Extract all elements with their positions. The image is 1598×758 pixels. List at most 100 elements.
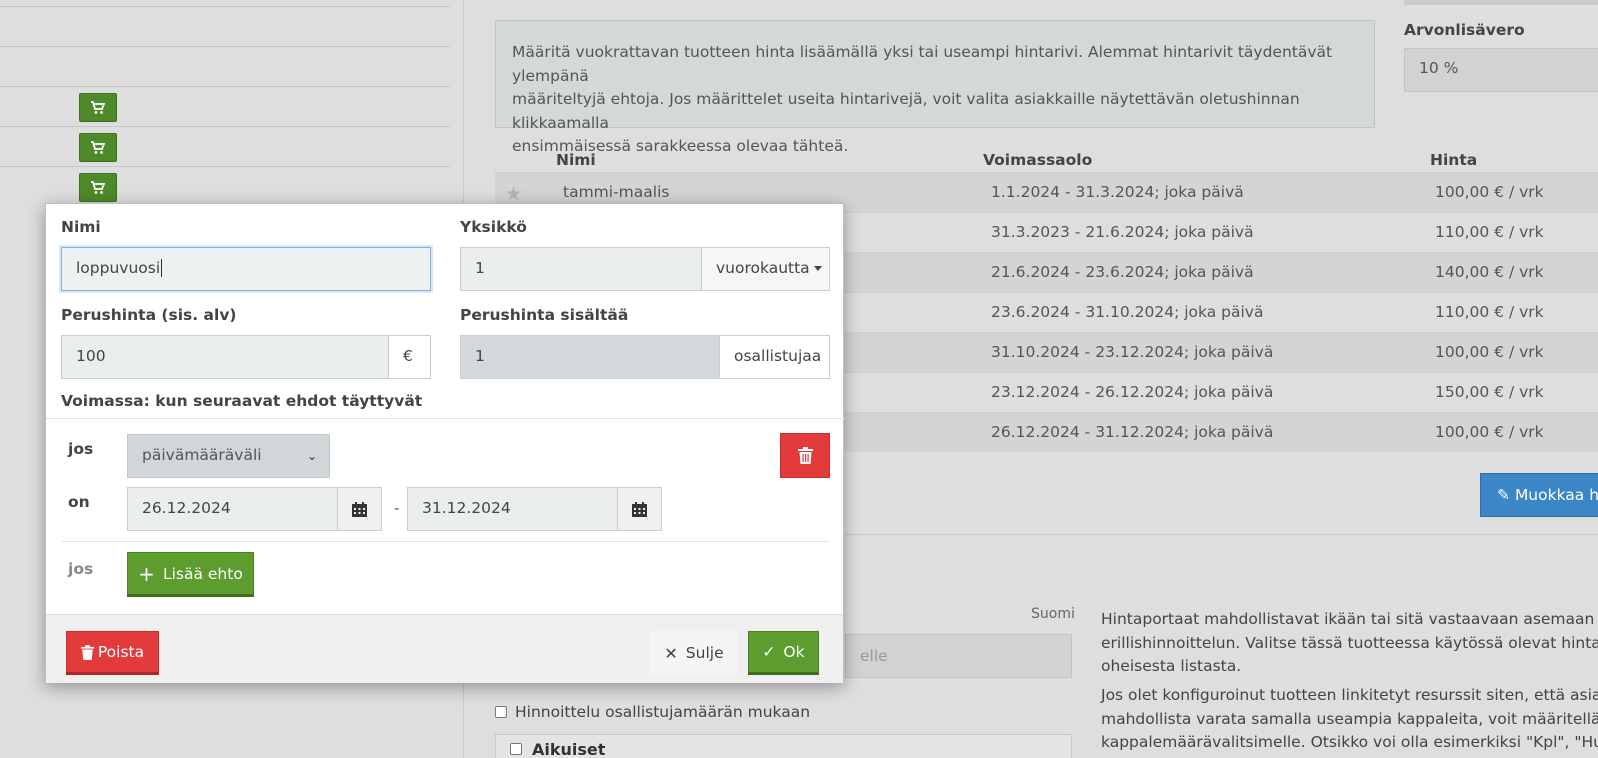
- list-divider: [0, 126, 450, 127]
- para-line: Jos olet konfiguroinut tuotteen linkitet…: [1101, 686, 1598, 704]
- edit-prices-button[interactable]: ✎ Muokkaa h: [1480, 473, 1598, 517]
- row-validity: 21.6.2024 - 23.6.2024; joka päivä: [991, 263, 1254, 281]
- close-icon: ✕: [664, 643, 678, 663]
- para-line: kappalemäärävalitsimelle. Otsikko voi ol…: [1101, 733, 1598, 751]
- row-price: 100,00 € / vrk: [1435, 343, 1544, 361]
- condition-type-value: päivämääräväli: [142, 446, 262, 464]
- price-row-dialog: Nimi loppuvuosi Yksikkö 1 vuorokautta Pe…: [45, 203, 845, 683]
- includes-label: Perushinta sisältää: [460, 306, 629, 324]
- list-divider: [0, 86, 450, 87]
- pencil-icon: ✎: [1497, 486, 1510, 504]
- currency-addon: €: [388, 335, 431, 379]
- info-line: ensimmäisessä sarakkeessa olevaa tähteä.: [512, 137, 849, 155]
- row-name: tammi-maalis: [563, 183, 670, 201]
- condition-divider: [62, 541, 829, 542]
- row-validity: 1.1.2024 - 31.3.2024; joka päivä: [991, 183, 1244, 201]
- price-info-box: Määritä vuokrattavan tuotteen hinta lisä…: [495, 20, 1375, 155]
- vat-select[interactable]: 10 %: [1404, 48, 1598, 92]
- text-cursor: [161, 259, 163, 277]
- conditions-title: Voimassa: kun seuraavat ehdot täyttyvät: [61, 392, 423, 410]
- base-price-input[interactable]: 100: [61, 335, 389, 379]
- start-date-input[interactable]: 26.12.2024: [127, 487, 338, 531]
- cart-icon: [91, 100, 106, 114]
- list-divider: [0, 46, 450, 47]
- caret-down-icon: [813, 266, 822, 271]
- info-line: Määritä vuokrattavan tuotteen hinta lisä…: [512, 43, 1333, 85]
- delete-row-button[interactable]: Poista: [66, 631, 159, 675]
- trash-icon: [797, 447, 813, 464]
- unit-quantity-input[interactable]: 1: [460, 247, 702, 291]
- top-input-edge: [1404, 0, 1598, 5]
- row-price: 110,00 € / vrk: [1435, 223, 1544, 241]
- cart-button[interactable]: [79, 93, 117, 122]
- language-label: Suomi: [1031, 606, 1075, 622]
- cart-icon: [91, 140, 106, 154]
- row-validity: 23.12.2024 - 26.12.2024; joka päivä: [991, 383, 1274, 401]
- row-validity: 31.10.2024 - 23.12.2024; joka päivä: [991, 343, 1274, 361]
- list-divider: [0, 166, 450, 167]
- resource-info-paragraph: Jos olet konfiguroinut tuotteen linkitet…: [1101, 684, 1598, 755]
- add-condition-label: Lisää ehto: [162, 564, 243, 583]
- conditions-divider: [46, 418, 845, 419]
- left-product-list: [0, 0, 450, 210]
- adults-tier-box[interactable]: Aikuiset: [495, 734, 1072, 758]
- section-divider: [845, 534, 1598, 535]
- unit-dropdown-label: vuorokautta: [716, 259, 810, 277]
- info-line: määriteltyjä ehtoja. Jos määrittelet use…: [512, 90, 1300, 132]
- condition-if-label: jos: [68, 440, 94, 458]
- col-header-validity: Voimassaolo: [983, 151, 1093, 169]
- cart-button[interactable]: [79, 173, 117, 202]
- check-icon: ✓: [762, 643, 776, 661]
- row-validity: 31.3.2023 - 21.6.2024; joka päivä: [991, 223, 1254, 241]
- includes-input[interactable]: 1: [460, 335, 720, 379]
- add-condition-if-label: jos: [68, 560, 94, 578]
- plus-icon: +: [138, 561, 155, 586]
- name-label: Nimi: [61, 218, 101, 236]
- para-line: oheisesta listasta.: [1101, 657, 1242, 675]
- participants-addon: osallistujaa: [719, 335, 830, 379]
- calendar-icon: [352, 501, 367, 517]
- chevron-down-icon: ⌄: [306, 449, 317, 463]
- end-date-calendar-button[interactable]: [617, 487, 662, 531]
- edit-prices-label: Muokkaa h: [1514, 486, 1598, 504]
- vat-label: Arvonlisävero: [1404, 21, 1525, 39]
- row-price: 150,00 € / vrk: [1435, 383, 1544, 401]
- name-input-value: loppuvuosi: [76, 259, 161, 277]
- tier-name-input[interactable]: elle: [845, 634, 1072, 678]
- adults-checkbox[interactable]: [510, 743, 522, 755]
- add-condition-button[interactable]: + Lisää ehto: [127, 552, 254, 597]
- unit-label: Yksikkö: [460, 218, 527, 236]
- ok-label: Ok: [783, 643, 805, 661]
- participant-pricing-option[interactable]: Hinnoittelu osallistujamäärän mukaan: [495, 703, 810, 721]
- row-validity: 26.12.2024 - 31.12.2024; joka päivä: [991, 423, 1274, 441]
- end-date-input[interactable]: 31.12.2024: [407, 487, 618, 531]
- delete-row-label: Poista: [97, 643, 145, 661]
- condition-on-label: on: [68, 493, 90, 511]
- condition-type-select[interactable]: päivämääräväli ⌄: [127, 434, 330, 478]
- participant-pricing-checkbox[interactable]: [495, 706, 507, 718]
- col-header-price: Hinta: [1430, 151, 1478, 169]
- calendar-icon: [632, 501, 647, 517]
- ok-button[interactable]: ✓ Ok: [748, 631, 819, 675]
- cart-icon: [91, 180, 106, 194]
- date-range-separator: -: [394, 499, 400, 517]
- unit-dropdown[interactable]: vuorokautta: [701, 247, 830, 291]
- dialog-footer: Poista ✕ Sulje ✓ Ok: [46, 614, 843, 683]
- delete-condition-button[interactable]: [780, 433, 830, 478]
- row-price: 110,00 € / vrk: [1435, 303, 1544, 321]
- adults-label: Aikuiset: [532, 739, 606, 758]
- list-divider: [0, 6, 450, 7]
- close-label: Sulje: [685, 644, 724, 662]
- row-price: 100,00 € / vrk: [1435, 183, 1544, 201]
- para-line: mahdollista varata samalla useampia kapp…: [1101, 709, 1598, 728]
- cart-button[interactable]: [79, 133, 117, 162]
- name-input[interactable]: loppuvuosi: [61, 247, 431, 291]
- close-button[interactable]: ✕ Sulje: [650, 631, 738, 675]
- trash-icon: [80, 644, 94, 660]
- row-price: 100,00 € / vrk: [1435, 423, 1544, 441]
- col-header-name: Nimi: [556, 151, 596, 169]
- row-validity: 23.6.2024 - 31.10.2024; joka päivä: [991, 303, 1264, 321]
- star-icon[interactable]: ★: [505, 183, 522, 205]
- para-line: Hintaportaat mahdollistavat ikään tai si…: [1101, 610, 1598, 628]
- start-date-calendar-button[interactable]: [337, 487, 382, 531]
